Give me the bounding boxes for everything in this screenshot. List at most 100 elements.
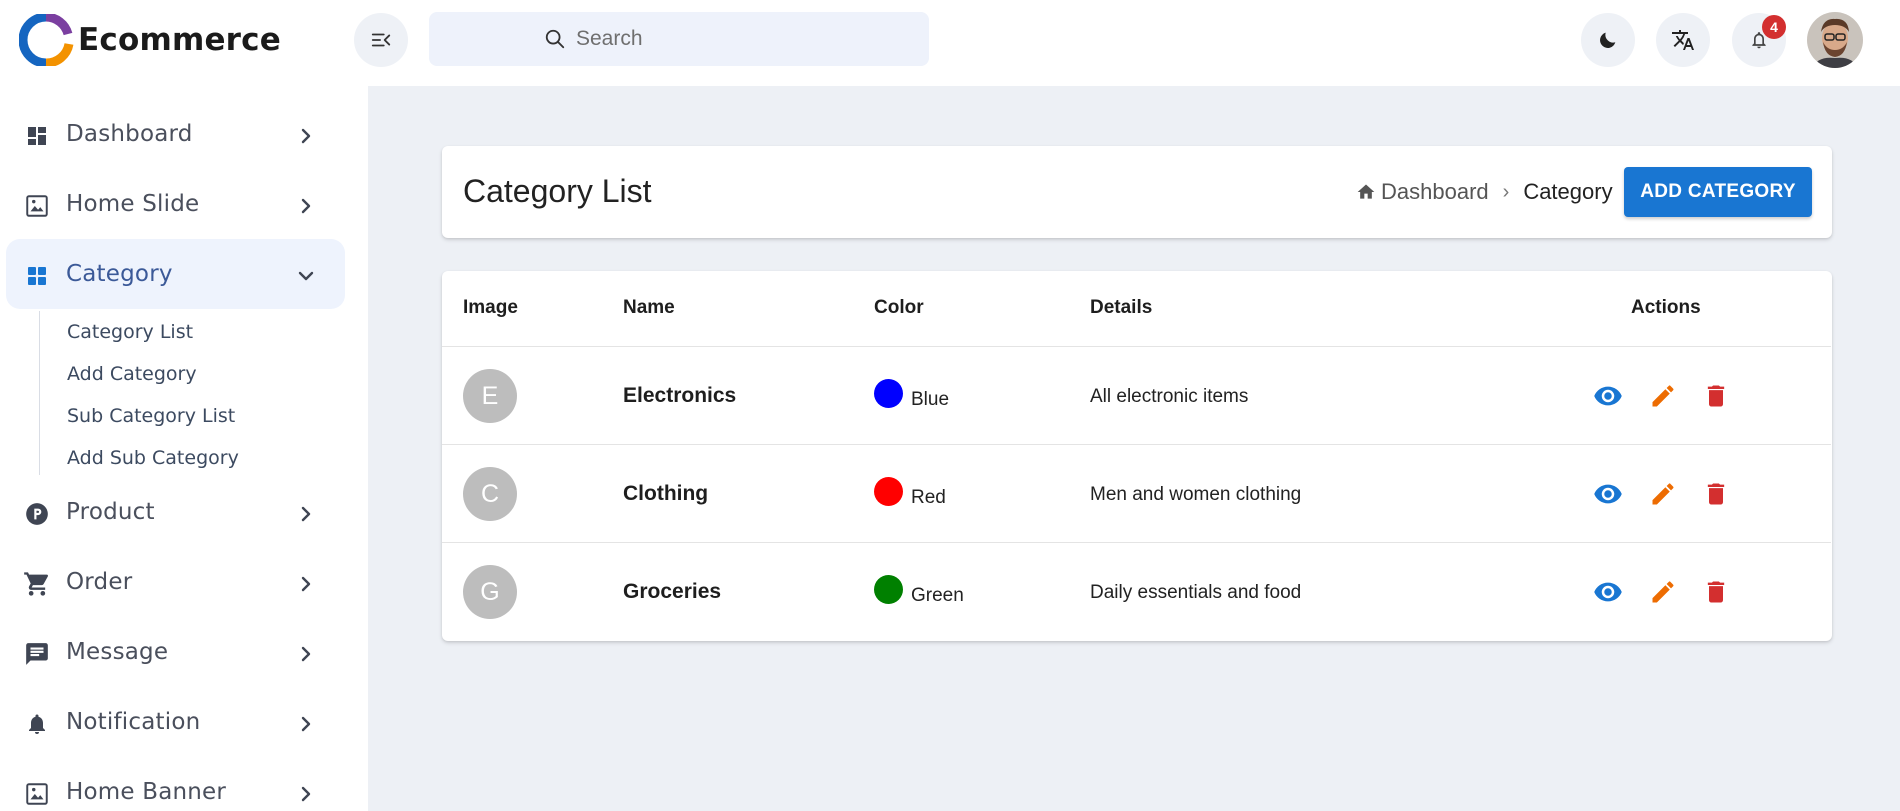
sidebar-item-home-slide[interactable]: Home Slide xyxy=(6,169,345,239)
sidebar-item-label: Home Slide xyxy=(66,191,200,217)
chevron-right-icon xyxy=(301,198,311,214)
category-icon xyxy=(23,262,51,290)
search-bar[interactable] xyxy=(429,12,929,66)
sidebar-item-dashboard[interactable]: Dashboard xyxy=(6,99,345,169)
brand-name: Ecommerce xyxy=(78,22,281,58)
home-icon xyxy=(1357,184,1375,199)
color-name: Green xyxy=(911,585,964,606)
chevron-right-icon xyxy=(301,128,311,144)
submenu-item-add-sub-category[interactable]: Add Sub Category xyxy=(67,447,239,469)
table-row: C Clothing Red Men and women clothing xyxy=(442,444,1831,542)
image-icon xyxy=(23,192,51,220)
column-header-image: Image xyxy=(463,297,518,318)
sidebar-item-order[interactable]: Order xyxy=(6,547,345,617)
eye-icon xyxy=(1594,386,1622,406)
color-name: Blue xyxy=(911,389,950,410)
category-avatar: C xyxy=(463,467,517,521)
brand-logo-icon xyxy=(19,14,74,66)
submenu-divider xyxy=(39,311,40,475)
edit-button[interactable] xyxy=(1647,576,1679,608)
search-input[interactable] xyxy=(576,27,876,51)
search-icon xyxy=(545,29,565,49)
category-table: Image Name Color Details Actions E Elect… xyxy=(442,271,1832,641)
view-button[interactable] xyxy=(1592,380,1624,412)
column-header-actions: Actions xyxy=(1631,297,1701,318)
column-header-details: Details xyxy=(1090,297,1153,318)
edit-button[interactable] xyxy=(1647,380,1679,412)
product-icon xyxy=(23,500,51,528)
category-details: All electronic items xyxy=(1090,386,1249,407)
breadcrumb-current: Category xyxy=(1523,179,1613,204)
user-portrait-icon xyxy=(1807,12,1863,68)
eye-icon xyxy=(1594,484,1622,504)
breadcrumb-dashboard-label: Dashboard xyxy=(1381,179,1489,204)
table-row: G Groceries Green Daily essentials and f… xyxy=(442,542,1831,640)
trash-icon xyxy=(1707,581,1725,603)
bell-icon xyxy=(23,710,51,738)
table-row: E Electronics Blue All electronic items xyxy=(442,346,1831,444)
dashboard-icon xyxy=(23,122,51,150)
brand[interactable]: Ecommerce xyxy=(19,14,281,66)
sidebar-item-label: Dashboard xyxy=(66,121,193,147)
color-swatch xyxy=(874,575,903,604)
theme-toggle-button[interactable] xyxy=(1581,13,1635,67)
trash-icon xyxy=(1707,483,1725,505)
sidebar-item-category[interactable]: Category xyxy=(6,239,345,309)
edit-button[interactable] xyxy=(1647,478,1679,510)
language-button[interactable] xyxy=(1656,13,1710,67)
view-button[interactable] xyxy=(1592,576,1624,608)
submenu-item-sub-category-list[interactable]: Sub Category List xyxy=(67,405,235,427)
eye-icon xyxy=(1594,582,1622,602)
chevron-right-icon xyxy=(301,716,311,732)
sidebar: Dashboard Home Slide Category Category L… xyxy=(0,86,368,811)
breadcrumb-dashboard-link[interactable]: Dashboard xyxy=(1356,179,1489,205)
trash-icon xyxy=(1707,385,1725,407)
delete-button[interactable] xyxy=(1700,380,1732,412)
chevron-down-icon xyxy=(298,271,314,281)
message-icon xyxy=(23,640,51,668)
pencil-icon xyxy=(1652,581,1674,603)
delete-button[interactable] xyxy=(1700,576,1732,608)
category-name: Electronics xyxy=(623,384,737,407)
sidebar-item-home-banner[interactable]: Home Banner xyxy=(6,757,345,811)
chevron-right-icon xyxy=(301,786,311,802)
moon-icon xyxy=(1600,32,1616,48)
color-swatch xyxy=(874,477,903,506)
chevron-right-icon xyxy=(301,646,311,662)
sidebar-item-notification[interactable]: Notification xyxy=(6,687,345,757)
sidebar-toggle-button[interactable] xyxy=(354,13,408,67)
category-name: Groceries xyxy=(623,580,722,603)
breadcrumb-separator: › xyxy=(1502,180,1510,203)
sidebar-item-label: Order xyxy=(66,569,133,595)
sidebar-item-message[interactable]: Message xyxy=(6,617,345,687)
top-bar: Ecommerce 4 xyxy=(0,0,1900,86)
category-avatar: E xyxy=(463,369,517,423)
menu-collapse-icon xyxy=(371,33,391,47)
translate-icon xyxy=(1672,30,1694,50)
view-button[interactable] xyxy=(1592,478,1624,510)
image-icon xyxy=(23,780,51,808)
chevron-right-icon xyxy=(301,576,311,592)
sidebar-item-label: Product xyxy=(66,499,155,525)
submenu-item-add-category[interactable]: Add Category xyxy=(67,363,197,385)
delete-button[interactable] xyxy=(1700,478,1732,510)
add-category-button[interactable]: ADD CATEGORY xyxy=(1624,167,1812,217)
color-swatch xyxy=(874,379,903,408)
submenu-item-category-list[interactable]: Category List xyxy=(67,321,193,343)
chevron-right-icon xyxy=(301,506,311,522)
sidebar-item-product[interactable]: Product xyxy=(6,477,345,547)
sidebar-item-label: Message xyxy=(66,639,169,665)
column-header-color: Color xyxy=(874,297,924,318)
pencil-icon xyxy=(1652,385,1674,407)
category-details: Daily essentials and food xyxy=(1090,582,1302,603)
sidebar-item-label: Category xyxy=(66,261,173,287)
breadcrumb: Dashboard › Category xyxy=(1356,179,1613,205)
category-avatar: G xyxy=(463,565,517,619)
notifications-button[interactable]: 4 xyxy=(1732,13,1786,67)
column-header-name: Name xyxy=(623,297,675,318)
user-avatar[interactable] xyxy=(1807,12,1863,68)
cart-icon xyxy=(23,570,51,598)
notification-count-badge: 4 xyxy=(1762,15,1786,39)
pencil-icon xyxy=(1652,483,1674,505)
page-header-card: Category List Dashboard › Category ADD C… xyxy=(442,146,1832,238)
